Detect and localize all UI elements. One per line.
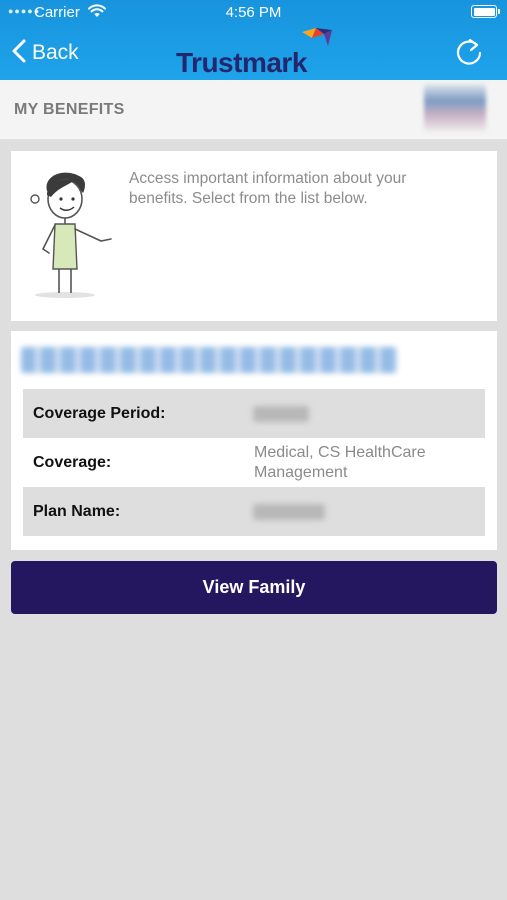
app-header: ●●●●● Carrier 4:56 PM Back Trustmark <box>0 0 507 80</box>
pointing-person-illustration <box>25 169 121 304</box>
page-title: MY BENEFITS <box>14 101 125 118</box>
benefit-details-card: Coverage Period: Coverage: Medical, CS H… <box>11 331 497 550</box>
logo-text: Trustmark <box>176 47 307 78</box>
coverage-value: Medical, CS HealthCare Management <box>254 443 426 481</box>
coverage-period-value-redacted <box>253 405 309 422</box>
plan-group-title-redacted <box>21 347 397 373</box>
benefit-details-table: Coverage Period: Coverage: Medical, CS H… <box>23 389 485 536</box>
view-family-button[interactable]: View Family <box>11 561 497 614</box>
refresh-icon <box>455 38 483 70</box>
trustmark-logo: Trustmark <box>176 28 336 78</box>
coverage-period-label: Coverage Period: <box>33 404 166 422</box>
intro-text: Access important information about your … <box>129 170 407 207</box>
plan-name-value-redacted <box>253 503 325 520</box>
intro-card: Access important information about your … <box>11 151 497 321</box>
logo-mark-icon <box>302 28 332 53</box>
coverage-label: Coverage: <box>33 453 112 471</box>
back-label: Back <box>32 41 79 64</box>
table-row: Plan Name: <box>23 487 485 536</box>
status-bar: ●●●●● Carrier 4:56 PM <box>0 0 507 26</box>
table-row: Coverage: Medical, CS HealthCare Managem… <box>23 438 485 487</box>
member-card-thumbnail[interactable] <box>424 84 486 132</box>
clock: 4:56 PM <box>225 4 282 21</box>
back-button[interactable]: Back <box>12 36 79 70</box>
refresh-button[interactable] <box>455 36 483 71</box>
table-row: Coverage Period: <box>23 389 485 438</box>
chevron-left-icon <box>12 39 26 68</box>
plan-name-label: Plan Name: <box>33 502 121 520</box>
battery-icon <box>471 5 500 18</box>
